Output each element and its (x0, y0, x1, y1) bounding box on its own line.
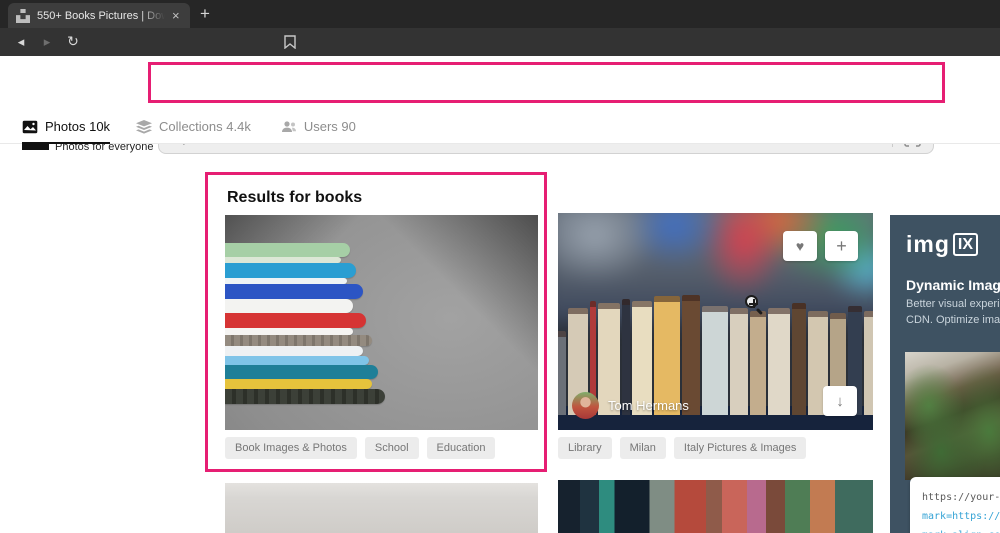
code-line: mark=https://your-logo.png& (922, 511, 1000, 522)
book-spine (225, 355, 369, 365)
tag-pill[interactable]: Library (558, 437, 612, 459)
tag-pill[interactable]: Milan (619, 437, 666, 459)
book-spine (225, 364, 379, 380)
results-heading: Results for books (227, 189, 363, 206)
author-avatar[interactable] (572, 392, 599, 419)
book-spine (225, 379, 373, 389)
photo-light-books[interactable] (225, 483, 538, 533)
tag-pill[interactable]: Book Images & Photos (225, 437, 357, 459)
photos-icon (22, 120, 38, 133)
author-name: Tom Hermans (608, 398, 689, 413)
photo-book-shelf[interactable]: ♥ + ↓ Tom Hermans (558, 213, 873, 430)
tag-pill[interactable]: Education (426, 437, 496, 459)
browser-window: 550+ Books Pictures | Download × + ◂ ▸ ↻… (0, 0, 1000, 533)
book-spine (225, 242, 351, 257)
browser-tab[interactable]: 550+ Books Pictures | Download × (8, 3, 190, 28)
zoom-cursor (745, 295, 767, 317)
photo-attribution[interactable]: Tom Hermans (572, 392, 689, 419)
tab-collections[interactable]: Collections 4.4k (136, 110, 251, 144)
book-spine (225, 262, 357, 278)
tag-pill[interactable]: Italy Pictures & Images (673, 437, 807, 459)
photo2-tags: Library Milan Italy Pictures & Images (558, 437, 807, 459)
book-spine (225, 388, 385, 404)
collections-icon (136, 119, 153, 134)
code-line: mark-align=center,middle (922, 526, 1000, 533)
photo1-tags: Book Images & Photos School Education (225, 437, 496, 459)
back-button[interactable]: ◂ (8, 35, 34, 50)
tab-users-label: Users 90 (303, 119, 356, 134)
tag-pill[interactable]: School (364, 437, 419, 459)
book-spine (225, 284, 363, 300)
ad-code-card: https://your-domain/img.jpg? mark=https:… (910, 477, 1000, 533)
download-arrow-icon: ↓ (836, 392, 844, 410)
code-line: https://your-domain/img.jpg? (922, 492, 1000, 503)
book-pages (225, 327, 354, 336)
new-tab-button[interactable]: + (200, 4, 210, 24)
forward-button[interactable]: ▸ (34, 35, 60, 50)
photo-stacked-books[interactable] (225, 215, 538, 430)
site-header: Unsplash Photos for everyone × Brands (0, 56, 1000, 154)
download-button[interactable]: ↓ (823, 386, 857, 416)
heart-icon: ♥ (795, 238, 805, 254)
tab-photos-label: Photos 10k (45, 119, 111, 134)
imgix-ad[interactable]: img IX Dynamic Images Better visual expe… (890, 215, 1000, 533)
book-pages (225, 256, 341, 263)
book-spine (225, 312, 366, 328)
tab-collections-label: Collections 4.4k (159, 119, 251, 134)
photo-colorful-spines[interactable] (558, 480, 873, 533)
imgix-logo-box: IX (952, 233, 979, 256)
ad-description-line: CDN. Optimize images in real time. (906, 314, 1000, 326)
unsplash-favicon-icon (16, 8, 30, 23)
like-button[interactable]: ♥ (783, 231, 817, 261)
ad-heading: Dynamic Images (906, 277, 1000, 293)
browser-tab-strip: 550+ Books Pictures | Download × + (0, 0, 1000, 28)
bookmark-icon[interactable] (284, 35, 296, 49)
reload-button[interactable]: ↻ (60, 34, 86, 50)
book-spine (225, 335, 373, 347)
book-pages (225, 299, 354, 313)
tab-photos[interactable]: Photos 10k (22, 110, 111, 144)
browser-toolbar: ◂ ▸ ↻ unsplash.com/s/photos/books (0, 28, 1000, 80)
result-tabs: Photos 10k Collections 4.4k Users 90 (0, 110, 1000, 144)
imgix-logo-text: img (906, 231, 950, 257)
imgix-logo: img IX (906, 231, 979, 258)
ad-temple-photo: i (905, 352, 1000, 480)
add-to-collection-button[interactable]: + (825, 231, 858, 261)
ad-description-line: Better visual experience. Faster (906, 298, 1000, 310)
close-tab-icon[interactable]: × (172, 9, 180, 22)
book-pages (225, 346, 363, 356)
tab-users[interactable]: Users 90 (281, 110, 356, 144)
plus-icon: + (836, 235, 847, 256)
users-icon (281, 121, 296, 132)
tab-title: 550+ Books Pictures | Download (37, 9, 165, 22)
